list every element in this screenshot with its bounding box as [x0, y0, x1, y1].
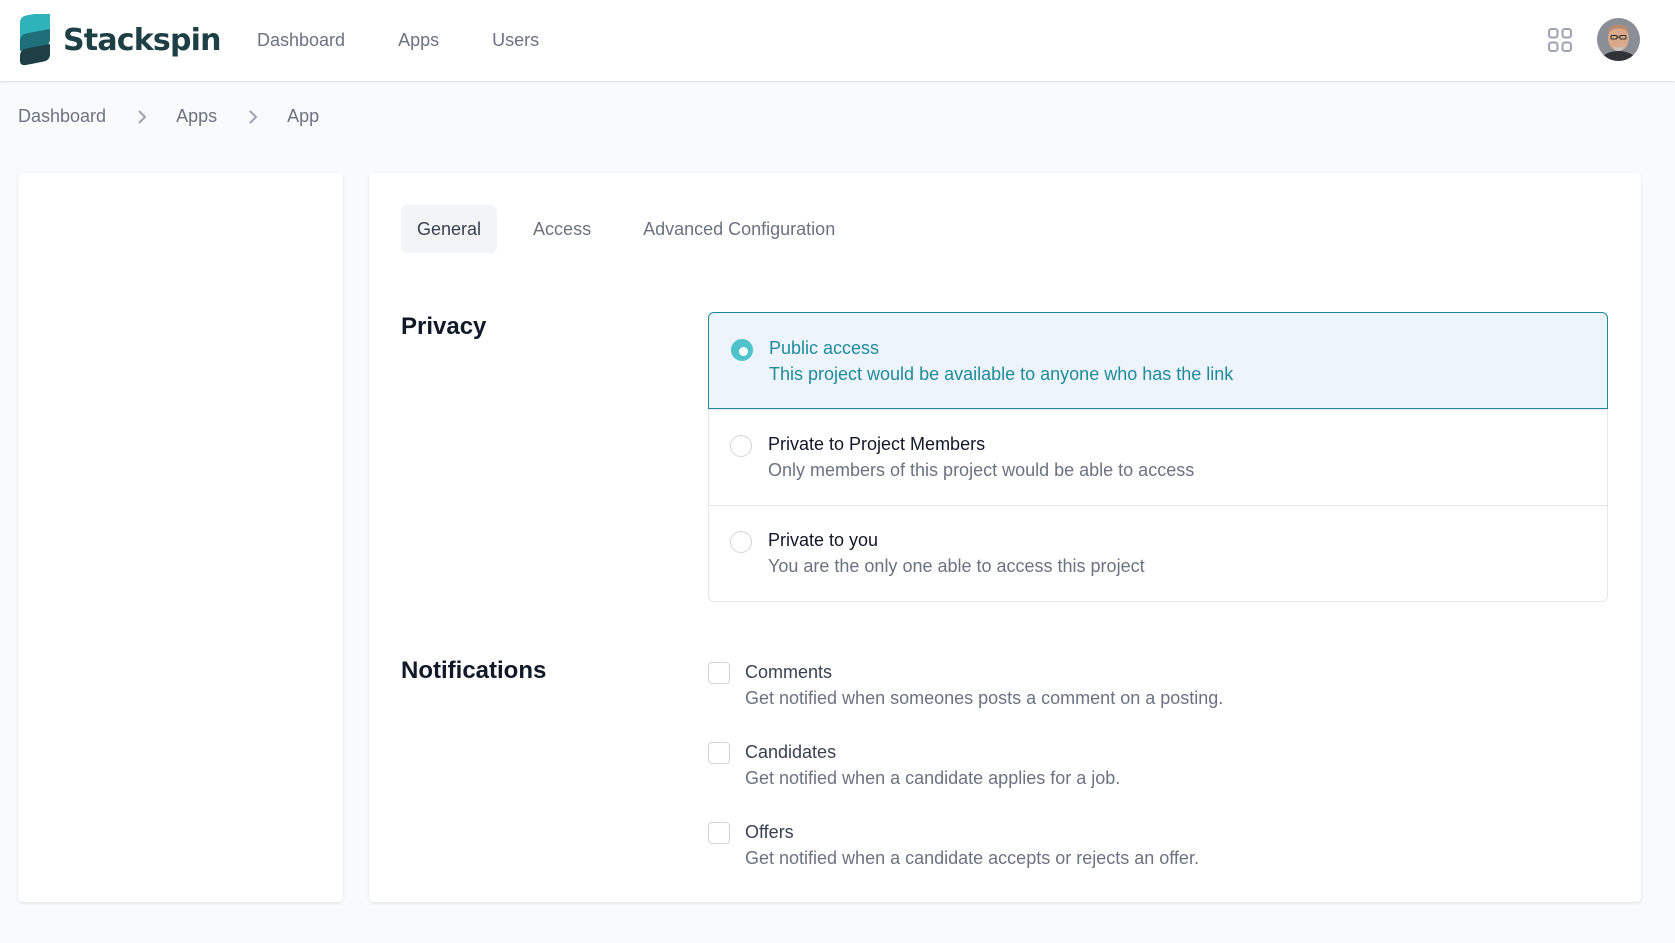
notification-label: Comments — [745, 662, 833, 682]
notification-description: Get notified when a candidate applies fo… — [745, 768, 1121, 788]
breadcrumb: Dashboard Apps App — [18, 106, 319, 127]
brand-name: Stackspin — [63, 22, 222, 58]
chevron-right-icon — [138, 110, 147, 123]
radio-button[interactable] — [730, 531, 752, 553]
apps-grid-icon[interactable] — [1548, 28, 1572, 52]
notification-description: Get notified when a candidate accepts or… — [745, 848, 1199, 868]
tab-advanced-configuration[interactable]: Advanced Configuration — [627, 205, 851, 253]
privacy-section-title: Privacy — [401, 313, 487, 340]
privacy-option-project-members[interactable]: Private to Project Members Only members … — [709, 409, 1607, 505]
notification-description: Get notified when someones posts a comme… — [745, 688, 1224, 708]
offers-checkbox[interactable] — [708, 822, 730, 844]
chevron-right-icon — [249, 110, 258, 123]
notifications-section-title: Notifications — [401, 657, 547, 684]
nav-link-dashboard[interactable]: Dashboard — [257, 30, 345, 51]
privacy-option-label: Private to you — [768, 530, 879, 550]
nav-link-apps[interactable]: Apps — [398, 30, 439, 51]
breadcrumb-item-app[interactable]: App — [287, 106, 319, 127]
settings-panel: General Access Advanced Configuration Pr… — [369, 173, 1641, 902]
privacy-option-description: This project would be available to anyon… — [769, 364, 1234, 384]
privacy-option-description: Only members of this project would be ab… — [768, 460, 1195, 480]
privacy-radio-group: Public access This project would be avai… — [708, 312, 1608, 602]
main-nav: Dashboard Apps Users — [257, 30, 539, 51]
comments-checkbox[interactable] — [708, 662, 730, 684]
privacy-option-public-access[interactable]: Public access This project would be avai… — [708, 312, 1608, 409]
privacy-option-label: Public access — [769, 338, 880, 358]
breadcrumb-item-dashboard[interactable]: Dashboard — [18, 106, 106, 127]
tab-access[interactable]: Access — [517, 205, 607, 253]
privacy-option-description: You are the only one able to access this… — [768, 556, 1145, 576]
privacy-option-label: Private to Project Members — [768, 434, 986, 454]
radio-button-selected[interactable] — [731, 339, 753, 361]
stackspin-logo[interactable]: Stackspin — [18, 14, 222, 66]
tab-general[interactable]: General — [401, 205, 498, 253]
side-panel — [18, 173, 343, 902]
notification-label: Offers — [745, 822, 794, 842]
notification-label: Candidates — [745, 742, 837, 762]
stackspin-logo-icon — [20, 14, 50, 66]
user-avatar[interactable] — [1597, 18, 1640, 61]
candidates-checkbox[interactable] — [708, 742, 730, 764]
breadcrumb-item-apps[interactable]: Apps — [176, 106, 217, 127]
top-navigation-bar: Stackspin Dashboard Apps Users — [0, 0, 1675, 82]
radio-button[interactable] — [730, 435, 752, 457]
privacy-option-private-to-you[interactable]: Private to you You are the only one able… — [709, 505, 1607, 601]
settings-tabs: General Access Advanced Configuration — [401, 205, 851, 253]
nav-link-users[interactable]: Users — [492, 30, 539, 51]
